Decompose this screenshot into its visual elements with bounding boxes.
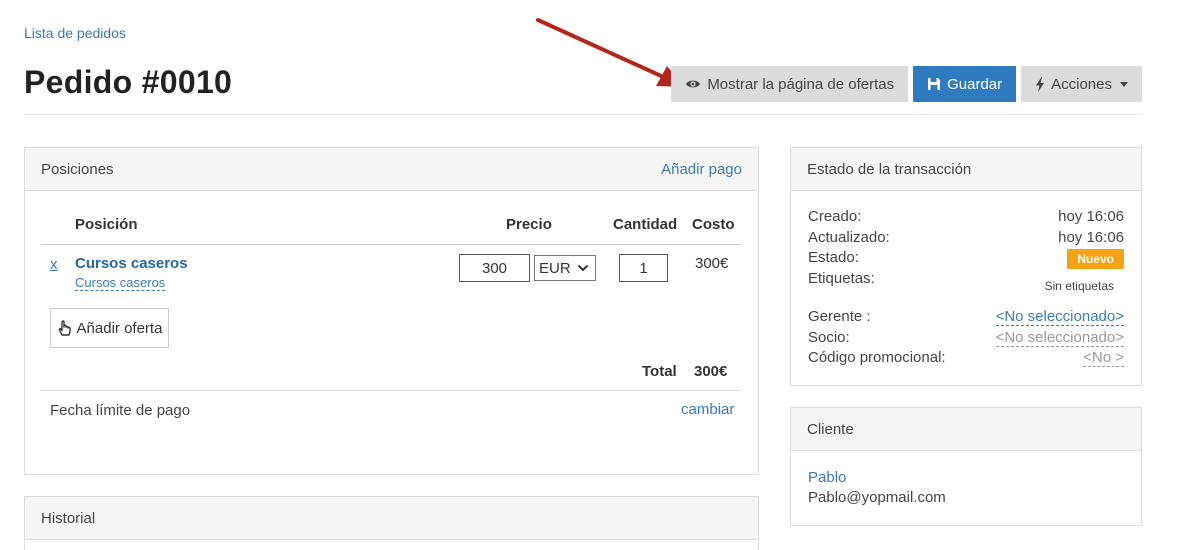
tags-label: Etiquetas: [808,270,875,287]
currency-select[interactable]: EUR [534,255,596,281]
transaction-status-panel: Estado de la transacción Creado: hoy 16:… [790,147,1142,386]
remove-item-button[interactable]: x [50,256,58,273]
positions-panel-header: Posiciones Añadir pago [25,148,758,191]
tags-value: Sin etiquetas [1044,279,1114,293]
hand-pointer-icon [58,320,71,336]
history-panel: Historial [24,496,759,550]
status-badge: Nuevo [1067,249,1124,269]
promo-code-label: Código promocional: [808,349,946,366]
column-header-cost: Costo [692,216,735,233]
show-offers-page-label: Mostrar la página de ofertas [707,75,895,93]
updated-value: hoy 16:06 [1058,229,1124,246]
breadcrumb-orders-list[interactable]: Lista de pedidos [24,25,126,41]
manager-label: Gerente : [808,308,871,325]
chevron-down-icon [577,264,589,272]
item-cost: 300€ [695,255,729,272]
total-value: 300€ [694,363,728,380]
table-header-divider [41,244,741,245]
client-panel: Cliente Pablo Pablo@yopmail.com [790,407,1142,526]
total-label: Total [642,363,677,380]
total-divider [41,390,741,391]
client-panel-title: Cliente [807,420,854,438]
add-offer-label: Añadir oferta [76,319,163,337]
client-email: Pablo@yopmail.com [808,489,946,506]
positions-panel: Posiciones Añadir pago Posición Precio C… [24,147,759,475]
save-icon [928,78,941,90]
actions-label: Acciones [1051,75,1112,93]
page-toolbar: Mostrar la página de ofertas Guardar Acc… [671,66,1142,102]
add-offer-button[interactable]: Añadir oferta [50,308,169,348]
price-input[interactable]: 300 [459,254,530,282]
column-header-position: Posición [75,216,138,233]
item-sub-link[interactable]: Cursos caseros [75,275,166,291]
quantity-input[interactable]: 1 [619,254,668,282]
payment-deadline-label: Fecha límite de pago [50,402,191,419]
history-panel-title: Historial [41,509,96,527]
add-payment-link[interactable]: Añadir pago [661,161,742,178]
change-deadline-link[interactable]: cambiar [681,401,734,418]
promo-code-select-link[interactable]: <No > [1083,349,1124,367]
column-header-price: Precio [506,216,552,233]
positions-panel-title: Posiciones [41,160,114,178]
client-name-link[interactable]: Pablo [808,469,846,486]
created-value: hoy 16:06 [1058,208,1124,225]
transaction-panel-title: Estado de la transacción [807,160,972,178]
page-title: Pedido #0010 [24,64,233,100]
client-panel-header: Cliente [791,408,1141,451]
column-header-quantity: Cantidad [613,216,678,233]
manager-select-link[interactable]: <No seleccionado> [995,308,1124,326]
status-label: Estado: [808,249,859,266]
title-divider [24,114,1142,115]
caret-down-icon [1120,81,1128,87]
show-offers-page-button[interactable]: Mostrar la página de ofertas [671,66,909,102]
currency-select-value: EUR [539,259,571,277]
eye-icon [686,80,701,88]
created-label: Creado: [808,208,862,225]
history-panel-header: Historial [25,497,758,540]
save-button[interactable]: Guardar [913,66,1017,102]
partner-select-link[interactable]: <No seleccionado> [995,329,1124,347]
bolt-icon [1036,76,1045,92]
item-name-link[interactable]: Cursos caseros [75,255,188,272]
transaction-panel-header: Estado de la transacción [791,148,1141,191]
updated-label: Actualizado: [808,229,890,246]
save-label: Guardar [947,75,1003,93]
actions-dropdown-button[interactable]: Acciones [1021,66,1142,102]
partner-label: Socio: [808,329,850,346]
